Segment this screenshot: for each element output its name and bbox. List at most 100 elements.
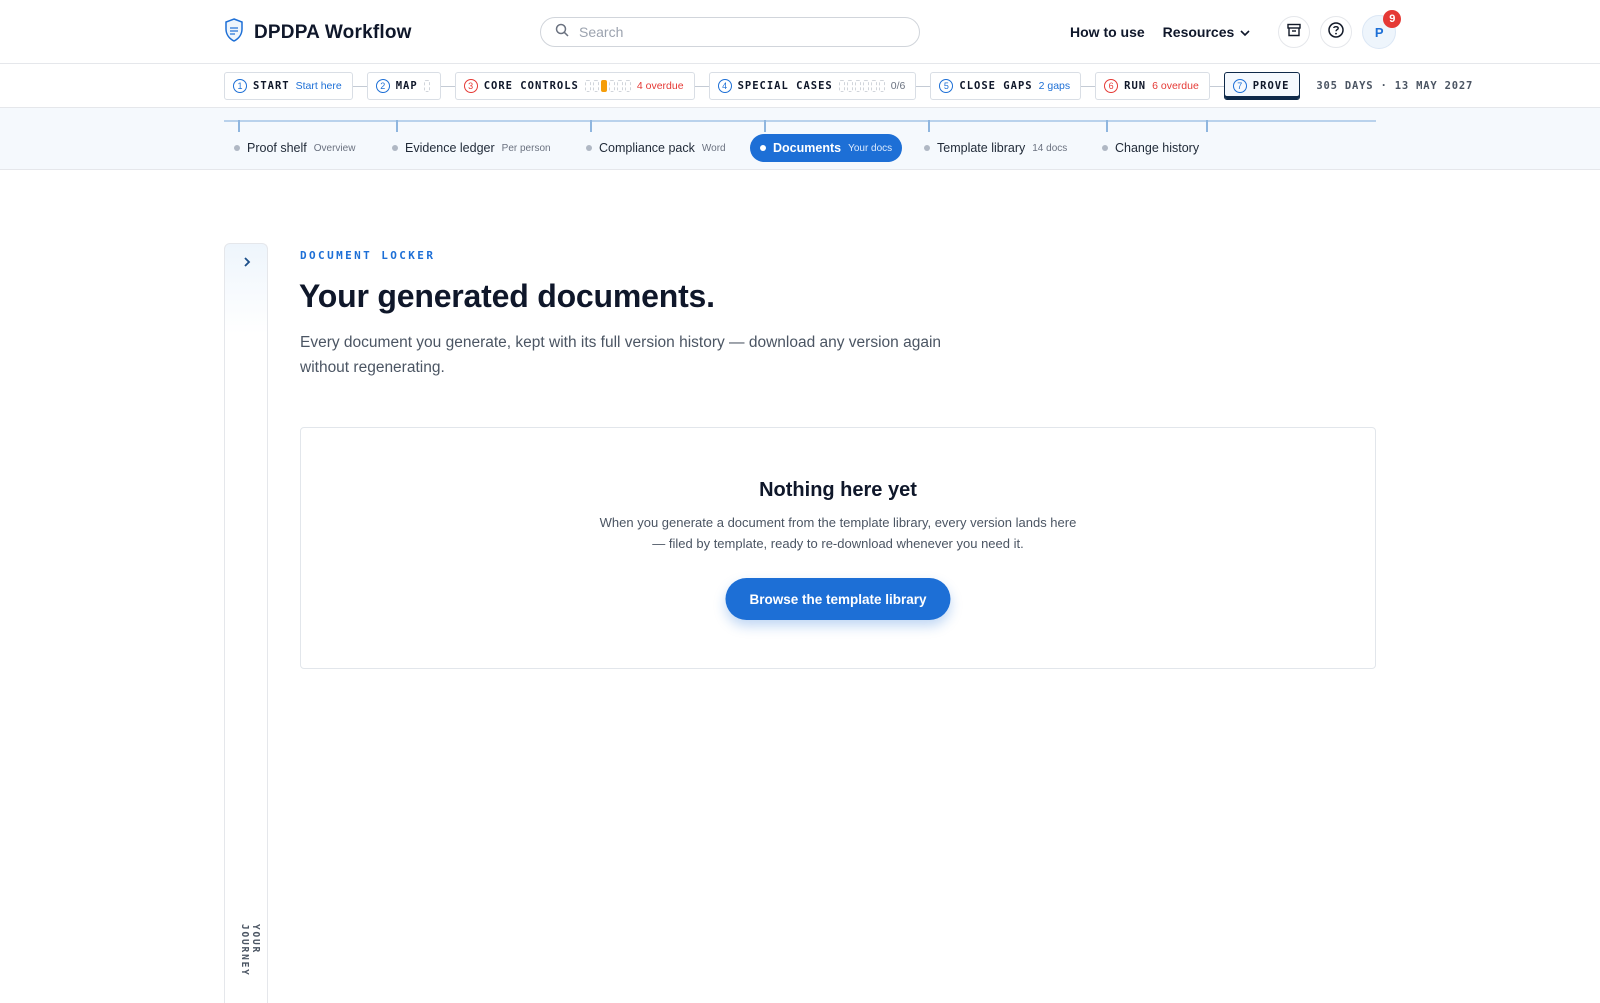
subnav-tick <box>1206 120 1208 132</box>
subnav-dot <box>1102 145 1108 151</box>
progress-block <box>862 80 869 92</box>
subnav-change-history[interactable]: Change history <box>1092 134 1209 162</box>
subnav-dot <box>586 145 592 151</box>
step-progress <box>584 80 631 92</box>
deadline-countdown: 305 DAYS · 13 MAY 2027 <box>1316 80 1474 92</box>
progress-block-active <box>600 80 607 92</box>
step-label: MAP <box>395 80 418 92</box>
search-input[interactable] <box>579 24 899 40</box>
subnav-label: Documents <box>773 141 842 155</box>
user-avatar[interactable]: P 9 <box>1362 10 1402 49</box>
progress-block <box>878 80 885 92</box>
chevron-down-icon <box>1240 24 1250 40</box>
archive-icon <box>1286 22 1302 43</box>
subnav-tick <box>764 120 766 132</box>
empty-state-text: When you generate a document from the te… <box>599 515 1077 551</box>
page-title: Your generated documents. <box>299 278 715 314</box>
step-number: 1 <box>233 79 247 93</box>
chevron-right-icon <box>242 255 252 273</box>
notification-badge: 9 <box>1383 10 1402 28</box>
subnav-sublabel: Overview <box>313 142 356 154</box>
step-status: 6 overdue <box>1152 80 1199 92</box>
progress-block <box>608 80 615 92</box>
empty-state-title: Nothing here yet <box>759 479 917 501</box>
page-description: Every document you generate, kept with i… <box>300 334 942 376</box>
step-number: 7 <box>1232 79 1247 93</box>
brand[interactable]: DPDPA Workflow <box>224 18 412 47</box>
subnav-dot <box>924 145 930 151</box>
step-label: SPECIAL CASES <box>737 80 833 92</box>
subnav-label: Template library <box>937 141 1026 155</box>
archive-button[interactable] <box>1278 16 1311 48</box>
avatar-initial: P <box>1374 24 1384 40</box>
step-number: 3 <box>463 79 478 93</box>
subnav-label: Compliance pack <box>599 141 695 155</box>
step-number: 4 <box>717 79 732 93</box>
subnav-dot <box>760 145 766 151</box>
subnav-tick <box>1106 120 1108 132</box>
step-core-controls[interactable]: 3 CORE CONTROLS 4 overdue <box>454 72 695 100</box>
subnav-proof-shelf[interactable]: Proof shelf Overview <box>224 134 365 162</box>
journey-rail: YOUR JOURNEY <box>224 243 268 1003</box>
subnav-sublabel: Per person <box>501 142 551 154</box>
step-label: CLOSE GAPS <box>959 80 1033 92</box>
journey-steps-bar: 1 START Start here 2 MAP 3 CORE CONTROLS… <box>0 64 1600 108</box>
search-icon <box>555 23 569 42</box>
step-status: 4 overdue <box>636 80 684 92</box>
header-nav: How to use Resources P 9 <box>1070 10 1402 50</box>
shield-icon <box>224 18 244 47</box>
step-start[interactable]: 1 START Start here <box>224 72 353 100</box>
step-special-cases[interactable]: 4 SPECIAL CASES 0/6 <box>708 72 917 100</box>
progress-block <box>584 80 591 92</box>
subnav-documents[interactable]: Documents Your docs <box>750 134 903 162</box>
step-close-gaps[interactable]: 5 CLOSE GAPS 2 gaps <box>930 72 1082 100</box>
journey-steps: 1 START Start here 2 MAP 3 CORE CONTROLS… <box>224 72 1473 100</box>
step-label: CORE CONTROLS <box>483 80 579 92</box>
subnav-evidence-ledger[interactable]: Evidence ledger Per person <box>382 134 561 162</box>
subnav-tick <box>238 120 240 132</box>
step-map[interactable]: 2 MAP <box>366 72 441 100</box>
progress-block <box>624 80 631 92</box>
subnav-label: Evidence ledger <box>405 141 495 155</box>
progress-block <box>870 80 877 92</box>
rail-label: YOUR JOURNEY <box>239 924 261 977</box>
step-status: 0/6 <box>890 80 906 92</box>
step-progress <box>838 80 885 92</box>
step-number: 5 <box>939 79 954 93</box>
subnav-template-library[interactable]: Template library 14 docs <box>914 134 1077 162</box>
how-to-use-link[interactable]: How to use <box>1070 24 1145 40</box>
subnav-dot <box>392 145 398 151</box>
brand-name: DPDPA Workflow <box>254 21 412 43</box>
resources-menu[interactable]: Resources <box>1163 24 1251 40</box>
progress-block <box>616 80 623 92</box>
progress-block <box>423 80 430 92</box>
rail-expand-button[interactable] <box>237 254 257 274</box>
step-connector <box>440 85 455 87</box>
help-button[interactable] <box>1320 16 1353 48</box>
step-prove[interactable]: 7 PROVE <box>1223 72 1301 100</box>
resources-label: Resources <box>1162 24 1235 40</box>
progress-block <box>838 80 845 92</box>
how-to-use-label: How to use <box>1070 24 1145 40</box>
subnav-tick <box>396 120 398 132</box>
progress-block <box>846 80 853 92</box>
step-connector <box>694 85 709 87</box>
prove-subnav: Proof shelf Overview Evidence ledger Per… <box>0 108 1600 170</box>
subnav-label: Proof shelf <box>247 141 307 155</box>
step-connector <box>1081 85 1096 87</box>
section-eyebrow: DOCUMENT LOCKER <box>300 249 436 262</box>
step-label: RUN <box>1124 80 1147 92</box>
browse-template-library-button[interactable]: Browse the template library <box>725 578 951 620</box>
help-icon <box>1327 21 1345 44</box>
search-box[interactable] <box>540 17 920 47</box>
step-connector <box>916 85 931 87</box>
subnav-dot <box>234 145 240 151</box>
progress-block <box>854 80 861 92</box>
step-number: 2 <box>375 79 390 93</box>
subnav-compliance-pack[interactable]: Compliance pack Word <box>576 134 736 162</box>
step-status: Start here <box>295 80 342 92</box>
step-status: 2 gaps <box>1038 80 1071 92</box>
step-run[interactable]: 6 RUN 6 overdue <box>1095 72 1210 100</box>
subnav-sublabel: Word <box>701 142 726 154</box>
progress-block <box>592 80 599 92</box>
